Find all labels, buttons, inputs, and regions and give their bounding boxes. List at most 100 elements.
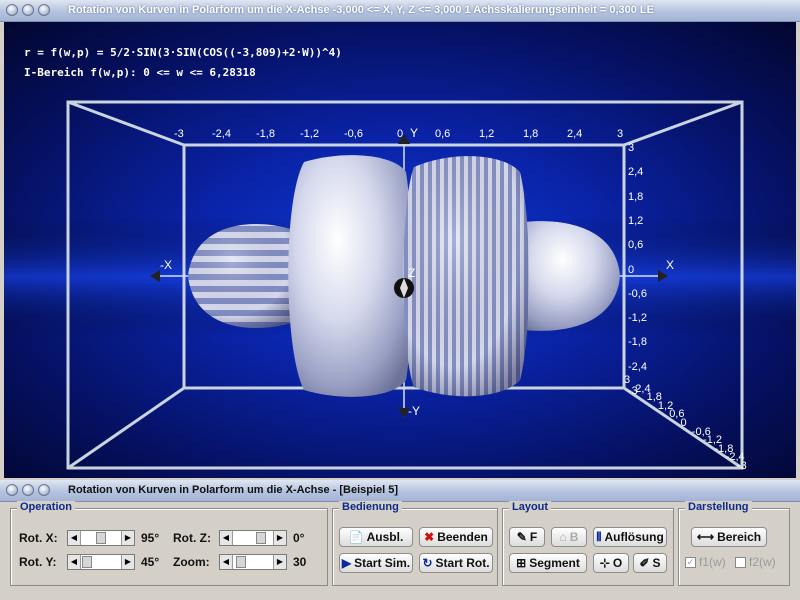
slider-thumb[interactable]: [256, 532, 266, 544]
start-rot-button[interactable]: ↻ Start Rot.: [419, 553, 493, 573]
layout-title: Layout: [509, 501, 552, 513]
right-tick-label: -0,6: [628, 287, 647, 300]
rotate-icon: ↻: [422, 556, 433, 570]
formula-line: r = f(w,p) = 5/2·SIN(3·SIN(COS((-3,809)+…: [24, 46, 342, 59]
subwindow-title: Rotation von Kurven in Polarform um die …: [68, 484, 399, 496]
sub-close-button[interactable]: [6, 484, 18, 496]
f1-label: f1(w): [699, 555, 726, 569]
x-axis-label: X: [666, 258, 675, 272]
right-tick-label: -2,4: [628, 360, 647, 373]
control-panel: Operation Rot. X: ◀ ▶ 95° Rot. Y: ◀ ▶ 45…: [6, 501, 796, 594]
center-left-torus: [288, 155, 412, 397]
paint-icon: ✐: [639, 556, 650, 570]
top-tick-label: -3: [174, 128, 184, 140]
diagonal-tick-label: 3: [624, 374, 631, 386]
slider-right-arrow-icon[interactable]: ▶: [273, 555, 286, 569]
neg-y-axis-label: -Y: [408, 404, 420, 418]
diagonal-tick-label: 0: [680, 417, 687, 429]
beenden-button[interactable]: ✖ Beenden: [419, 527, 493, 547]
slider-right-arrow-icon[interactable]: ▶: [121, 555, 134, 569]
ausbl-button[interactable]: 📄 Ausbl.: [339, 527, 413, 547]
sub-maximize-button[interactable]: [38, 484, 50, 496]
bucket-icon: ⌂: [559, 530, 567, 544]
start-sim-button[interactable]: ▶ Start Sim.: [339, 553, 413, 573]
bedienung-title: Bedienung: [339, 501, 402, 513]
right-tick-label: -1,2: [628, 312, 647, 325]
slider-right-arrow-icon[interactable]: ▶: [121, 531, 134, 545]
f1-checkbox[interactable]: ✓: [685, 557, 696, 568]
zoom-value: 30: [293, 555, 307, 569]
rot-z-value: 0°: [293, 531, 305, 545]
table-icon: ⊞: [516, 556, 527, 570]
document-icon: 📄: [348, 530, 364, 544]
rot-z-slider[interactable]: ◀ ▶: [219, 530, 287, 546]
grid-icon: ⦀: [596, 529, 602, 544]
darstellung-group: Darstellung ⟷ Bereich ✓ f1(w) f2(w): [678, 501, 790, 586]
maximize-button[interactable]: [38, 4, 50, 16]
darstellung-title: Darstellung: [685, 501, 752, 513]
top-tick-label: -1,8: [256, 128, 275, 140]
range-icon: ⟷: [696, 530, 715, 544]
s-button[interactable]: ✐ S: [633, 553, 667, 573]
main-title-bar[interactable]: Rotation von Kurven in Polarform um die …: [0, 0, 800, 22]
top-tick-label: -2,4: [212, 128, 231, 140]
rot-y-label: Rot. Y:: [19, 555, 57, 569]
3d-viewport[interactable]: r = f(w,p) = 5/2·SIN(3·SIN(COS((-3,809)+…: [4, 22, 796, 478]
right-tick-label: 1,2: [628, 214, 644, 227]
right-tick-label: 2,4: [628, 166, 644, 179]
rot-x-value: 95°: [141, 531, 160, 545]
bedienung-group: Bedienung 📄 Ausbl. ✖ Beenden ▶ Start Sim. ↻…: [332, 501, 498, 586]
f2-label: f2(w): [749, 555, 776, 569]
top-tick-label: 3: [617, 128, 624, 140]
rot-x-slider[interactable]: ◀ ▶: [67, 530, 135, 546]
minimize-button[interactable]: [22, 4, 34, 16]
right-tick-label: 3: [628, 142, 635, 154]
slider-thumb[interactable]: [82, 556, 92, 568]
b-button[interactable]: ⌂ B: [551, 527, 587, 547]
crosshair-icon: ⊹: [599, 556, 610, 570]
window-title: Rotation von Kurven in Polarform um die …: [68, 4, 654, 16]
operation-group: Operation Rot. X: ◀ ▶ 95° Rot. Y: ◀ ▶ 45…: [10, 501, 328, 586]
aufloesung-button[interactable]: ⦀ Auflösung: [593, 527, 667, 547]
rot-z-label: Rot. Z:: [173, 531, 211, 545]
rot-y-slider[interactable]: ◀ ▶: [67, 554, 135, 570]
o-button[interactable]: ⊹ O: [593, 553, 629, 573]
brush-icon: ✎: [516, 530, 527, 544]
right-tick-label: 0: [628, 263, 635, 276]
f2-checkbox[interactable]: [735, 557, 746, 568]
top-tick-label: 0,6: [435, 128, 451, 140]
play-icon: ▶: [341, 556, 352, 570]
sub-minimize-button[interactable]: [22, 484, 34, 496]
slider-left-arrow-icon[interactable]: ◀: [68, 555, 81, 569]
right-tick-label: 1,8: [628, 190, 644, 203]
slider-left-arrow-icon[interactable]: ◀: [220, 555, 233, 569]
top-tick-label: -1,2: [300, 128, 319, 140]
slider-left-arrow-icon[interactable]: ◀: [220, 531, 233, 545]
layout-group: Layout ✎ F ⌂ B ⦀ Auflösung ⊞ Segment ⊹ O ✐ S: [502, 501, 674, 586]
operation-title: Operation: [17, 501, 75, 513]
right-tick-label: 0,6: [628, 239, 644, 252]
slider-right-arrow-icon[interactable]: ▶: [273, 531, 286, 545]
diagonal-tick-label: -3: [737, 460, 747, 472]
y-axis-label: Y: [410, 126, 419, 140]
close-button[interactable]: [6, 4, 18, 16]
rot-y-value: 45°: [141, 555, 160, 569]
z-axis-label: Z: [408, 266, 416, 280]
top-tick-label: 1,2: [479, 128, 495, 140]
zoom-slider[interactable]: ◀ ▶: [219, 554, 287, 570]
origin-marker: [394, 278, 414, 298]
right-tick-label: -1,8: [628, 336, 647, 349]
close-x-icon: ✖: [424, 530, 435, 544]
top-tick-label: 2,4: [567, 128, 583, 140]
rot-x-label: Rot. X:: [19, 531, 58, 545]
top-tick-label: 0: [397, 128, 404, 140]
slider-thumb[interactable]: [236, 556, 246, 568]
top-tick-label: 1,8: [523, 128, 539, 140]
segment-button[interactable]: ⊞ Segment: [509, 553, 587, 573]
bereich-button[interactable]: ⟷ Bereich: [691, 527, 767, 547]
subwindow-title-bar[interactable]: Rotation von Kurven in Polarform um die …: [0, 480, 800, 502]
f-button[interactable]: ✎ F: [509, 527, 545, 547]
slider-left-arrow-icon[interactable]: ◀: [68, 531, 81, 545]
slider-thumb[interactable]: [96, 532, 106, 544]
zoom-label: Zoom:: [173, 555, 210, 569]
